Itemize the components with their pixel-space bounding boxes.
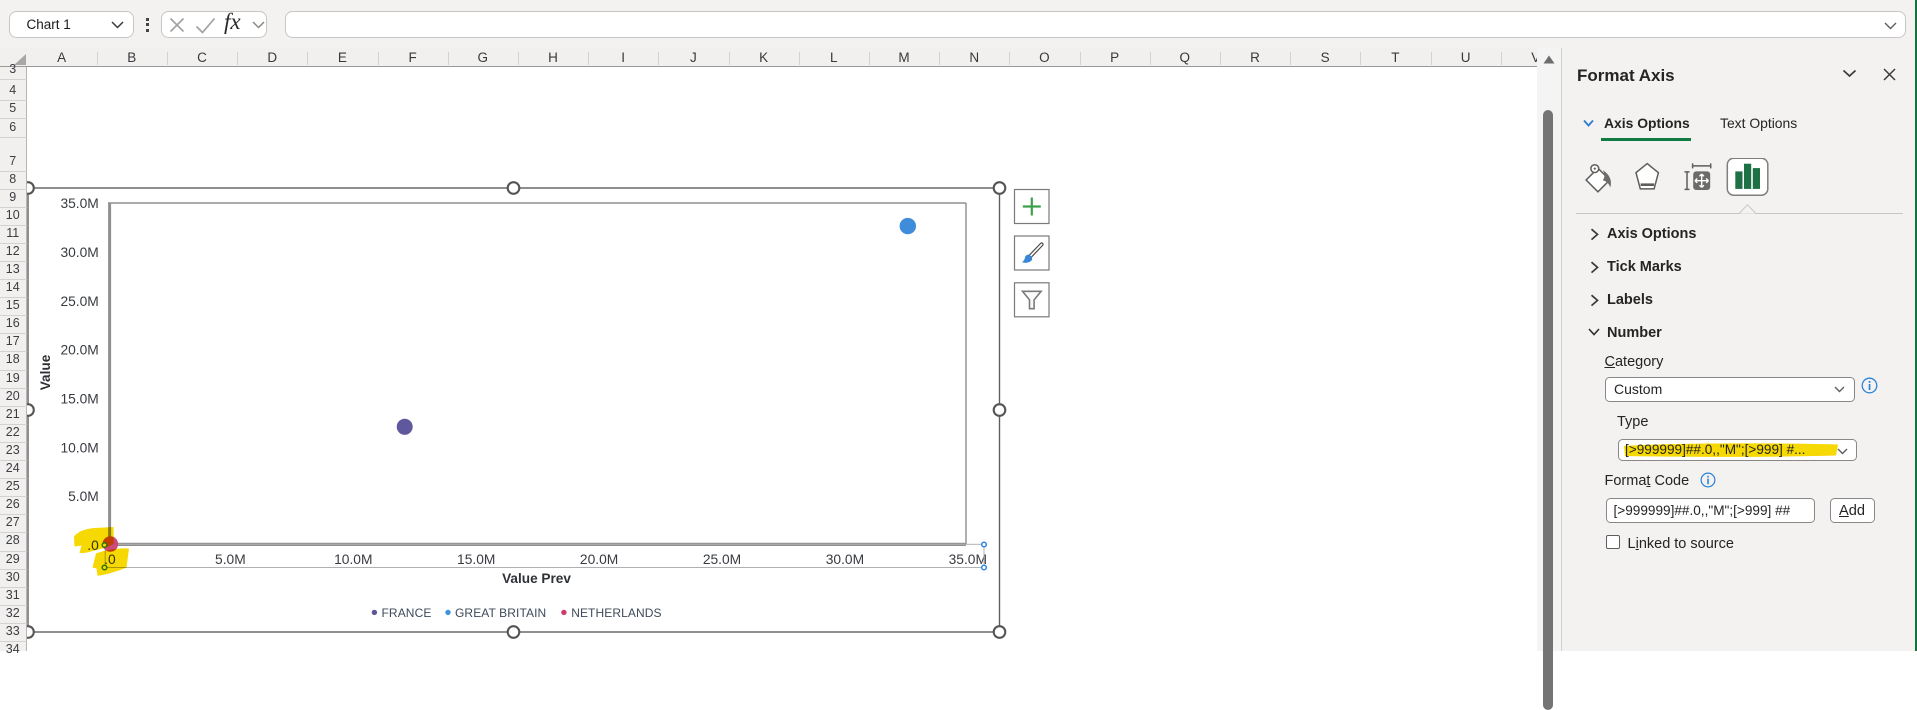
svg-text:15.0M: 15.0M xyxy=(60,392,98,407)
svg-text:25.0M: 25.0M xyxy=(60,294,98,309)
svg-text:NETHERLANDS: NETHERLANDS xyxy=(571,606,661,620)
svg-text:Value Prev: Value Prev xyxy=(502,571,571,586)
svg-text:10.0M: 10.0M xyxy=(60,440,98,455)
svg-text:20.0M: 20.0M xyxy=(60,343,98,358)
svg-text:35.0M: 35.0M xyxy=(949,552,987,567)
svg-text:25.0M: 25.0M xyxy=(703,552,741,567)
svg-text:GREAT BRITAIN: GREAT BRITAIN xyxy=(455,606,546,620)
svg-text:Value: Value xyxy=(38,354,53,390)
svg-text:10.0M: 10.0M xyxy=(334,552,372,567)
svg-text:5.0M: 5.0M xyxy=(68,489,99,504)
svg-text:FRANCE: FRANCE xyxy=(382,606,432,620)
svg-text:35.0M: 35.0M xyxy=(60,196,98,211)
svg-text:5.0M: 5.0M xyxy=(215,552,246,567)
svg-text:15.0M: 15.0M xyxy=(457,552,495,567)
svg-text:20.0M: 20.0M xyxy=(580,552,618,567)
svg-text:30.0M: 30.0M xyxy=(826,552,864,567)
svg-text:30.0M: 30.0M xyxy=(60,245,98,260)
